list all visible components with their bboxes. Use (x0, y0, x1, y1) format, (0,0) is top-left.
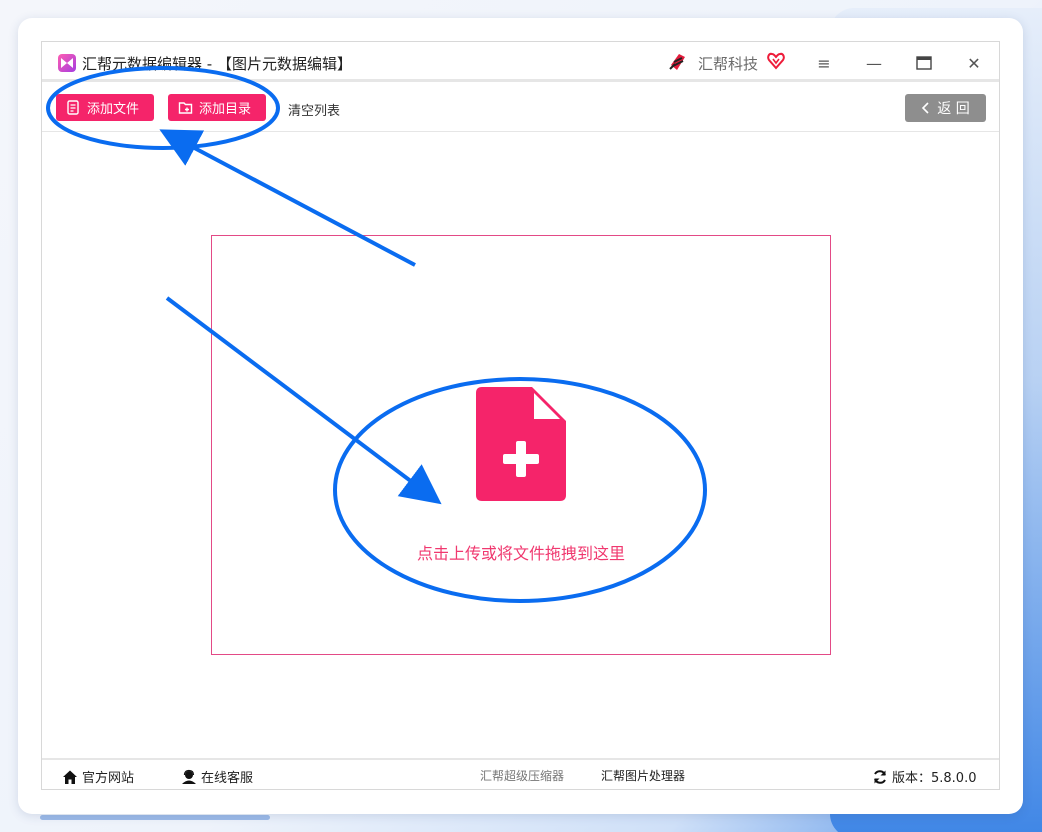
maximize-icon[interactable] (913, 52, 935, 74)
website-label: 官方网站 (82, 771, 135, 786)
file-list-icon (67, 100, 79, 115)
refresh-icon (874, 769, 886, 784)
add-file-button[interactable]: 添加文件 (56, 94, 154, 121)
support-user-icon (182, 769, 196, 784)
website-link[interactable]: 官方网站 (62, 767, 134, 786)
menu-icon[interactable]: ≡ (813, 52, 835, 74)
image-processor-link[interactable]: 汇帮图片处理器 (601, 767, 685, 784)
version-label: 版本：5.8.0.0 (892, 771, 977, 786)
app-window: 汇帮元数据编辑器 - 【图片元数据编辑】 汇帮科技 ≡ — ✕ 添加文件 添加目… (41, 41, 1000, 790)
support-label: 在线客服 (201, 771, 254, 786)
dropzone-hint: 点击上传或将文件拖拽到这里 (416, 544, 625, 563)
brand-logo-icon (667, 51, 689, 73)
add-directory-button[interactable]: 添加目录 (168, 94, 266, 121)
add-file-label: 添加文件 (87, 102, 140, 117)
upload-dropzone[interactable]: 点击上传或将文件拖拽到这里 (211, 235, 831, 655)
vip-heart-icon[interactable] (767, 52, 785, 70)
version-info[interactable]: 版本：5.8.0.0 (872, 767, 976, 786)
window-title: 汇帮元数据编辑器 - 【图片元数据编辑】 (82, 55, 352, 73)
compressor-link[interactable]: 汇帮超级压缩器 (480, 767, 564, 784)
status-bar: 官方网站 在线客服 汇帮超级压缩器 汇帮图片处理器 版本：5.8.0.0 (42, 758, 999, 789)
toolbar: 添加文件 添加目录 清空列表 返 回 (42, 85, 999, 132)
minimize-icon[interactable]: — (863, 52, 885, 74)
chevron-left-icon (922, 102, 929, 114)
add-directory-label: 添加目录 (199, 102, 252, 117)
background-bar (40, 815, 270, 820)
folder-add-icon (178, 102, 193, 114)
app-logo-icon (58, 54, 76, 72)
brand-name: 汇帮科技 (698, 55, 759, 73)
title-bar: 汇帮元数据编辑器 - 【图片元数据编辑】 汇帮科技 ≡ — ✕ (42, 42, 999, 82)
home-icon (63, 770, 77, 784)
clear-list-button[interactable]: 清空列表 (288, 100, 340, 119)
file-add-icon (476, 387, 566, 501)
support-link[interactable]: 在线客服 (181, 767, 253, 786)
back-button[interactable]: 返 回 (905, 94, 986, 122)
back-label: 返 回 (937, 101, 970, 117)
close-icon[interactable]: ✕ (963, 52, 985, 74)
